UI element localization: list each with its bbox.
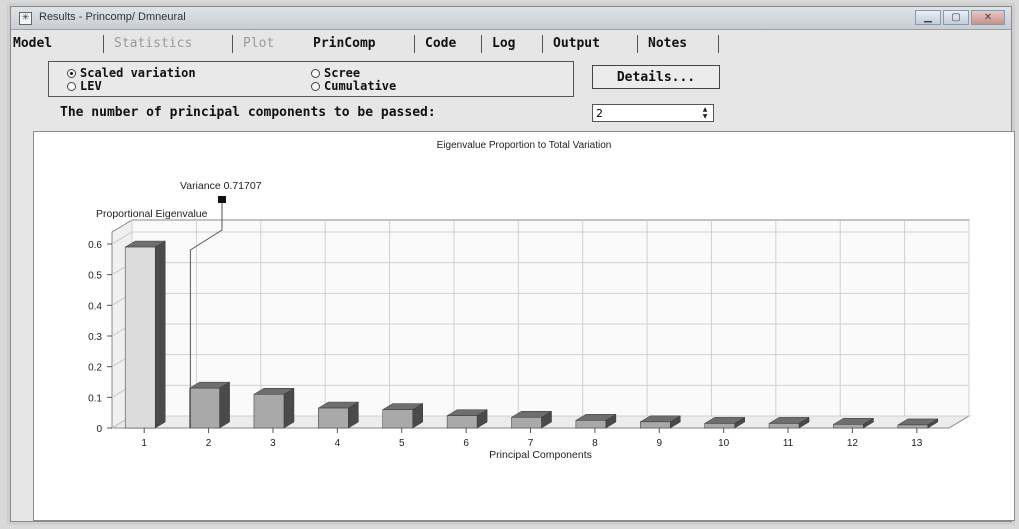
- x-tick-label: 9: [656, 438, 662, 449]
- bar-6: [446, 409, 489, 429]
- components-stepper[interactable]: ▲ ▼: [592, 104, 714, 122]
- bar-side: [219, 381, 230, 429]
- x-axis-label: Principal Components: [489, 449, 592, 461]
- tab-log[interactable]: Log: [492, 36, 515, 51]
- components-input[interactable]: [596, 106, 686, 120]
- x-tick-label: 3: [270, 438, 276, 449]
- tab-output[interactable]: Output: [553, 36, 600, 51]
- scree-radio[interactable]: Scree: [311, 67, 360, 79]
- bar-front: [768, 423, 800, 429]
- bar-front: [640, 421, 671, 429]
- bar-front: [575, 420, 607, 429]
- chart-panel: Eigenvalue Proportion to Total Variation…: [33, 131, 1015, 521]
- variance-annotation: Variance 0.71707: [180, 180, 262, 192]
- bar-7: [510, 410, 553, 429]
- x-tick-label: 1: [141, 438, 147, 449]
- sas-results-icon: ✳: [19, 12, 32, 25]
- tab-bar: Model Statistics Plot PrinComp Code Log …: [11, 33, 751, 57]
- cumulative-radio[interactable]: Cumulative: [311, 80, 396, 92]
- y-axis-label: Proportional Eigenvalue: [96, 208, 208, 220]
- tab-separator: [542, 35, 543, 53]
- y-tick-label: 0.3: [88, 332, 102, 343]
- tab-separator: [232, 35, 233, 53]
- minimize-icon: ▁: [924, 12, 932, 23]
- tab-separator: [637, 35, 638, 53]
- bar-front: [897, 424, 929, 429]
- x-tick-label: 7: [528, 438, 534, 449]
- bar-front: [511, 417, 542, 429]
- bar-2: [188, 381, 231, 429]
- bar-front: [446, 415, 478, 429]
- bar-side: [283, 387, 295, 429]
- title-bar[interactable]: ✳ Results - Princomp/ Dmneural ▁ ▢ ✕: [11, 7, 1011, 30]
- tab-princomp[interactable]: PrinComp: [313, 36, 376, 51]
- chart-back-wall: [131, 219, 970, 417]
- radio-selected-icon: [67, 68, 76, 78]
- x-tick-label: 11: [783, 438, 794, 449]
- components-label: The number of principal components to be…: [60, 105, 436, 120]
- tab-separator: [481, 35, 482, 53]
- tab-model[interactable]: Model: [13, 36, 52, 51]
- x-tick-label: 10: [718, 438, 730, 449]
- minimize-button[interactable]: ▁: [915, 10, 941, 25]
- close-button[interactable]: ✕: [971, 10, 1005, 25]
- x-tick-label: 13: [911, 438, 923, 449]
- plot-type-radio-group: Scaled variation LEV Scree Cumulative: [48, 61, 574, 97]
- tab-separator: [414, 35, 415, 53]
- bar-front: [833, 424, 864, 429]
- tab-separator: [718, 35, 719, 53]
- tab-code[interactable]: Code: [425, 36, 456, 51]
- bar-3: [253, 387, 295, 429]
- tab-plot[interactable]: Plot: [243, 36, 274, 51]
- bar-front: [704, 423, 735, 429]
- maximize-icon: ▢: [951, 12, 961, 23]
- bar-4: [317, 401, 360, 429]
- radio-icon: [311, 81, 320, 91]
- eigenvalue-chart: 00.10.20.30.40.50.61 2 3 4 5 6 7 8 9 10 11 12 13Prin…: [88, 180, 971, 461]
- y-tick-label: 0: [96, 424, 102, 435]
- x-tick-label: 12: [847, 438, 859, 449]
- stepper-down-icon[interactable]: ▼: [698, 113, 712, 120]
- x-tick-label: 6: [463, 438, 469, 449]
- tab-separator: [103, 35, 104, 53]
- bar-front: [124, 246, 156, 429]
- tab-statistics[interactable]: Statistics: [114, 36, 192, 51]
- bar-front: [189, 387, 220, 429]
- x-tick-label: 2: [206, 438, 212, 449]
- bar-side: [154, 240, 166, 429]
- radio-icon: [311, 68, 320, 78]
- y-tick-label: 0.2: [88, 363, 102, 374]
- y-tick-label: 0.4: [88, 301, 102, 312]
- tab-notes[interactable]: Notes: [648, 36, 687, 51]
- radio-icon: [67, 81, 76, 91]
- lev-radio[interactable]: LEV: [67, 80, 102, 92]
- x-tick-label: 5: [399, 438, 405, 449]
- bar-front: [318, 407, 349, 429]
- close-icon: ✕: [983, 12, 993, 23]
- stepper-up-icon[interactable]: ▲: [698, 106, 712, 113]
- bar-front: [382, 409, 413, 429]
- scaled-variation-radio[interactable]: Scaled variation: [67, 67, 196, 79]
- y-tick-label: 0.1: [88, 393, 102, 404]
- window-title: Results - Princomp/ Dmneural: [39, 11, 186, 23]
- maximize-button[interactable]: ▢: [943, 10, 969, 25]
- y-tick-label: 0.5: [88, 271, 102, 282]
- y-tick-label: 0.6: [88, 240, 102, 251]
- bar-5: [381, 403, 424, 429]
- bar-front: [253, 394, 285, 429]
- bar-1: [124, 240, 167, 429]
- variance-marker: [218, 196, 226, 203]
- details-button[interactable]: Details...: [592, 65, 720, 89]
- x-tick-label: 8: [592, 438, 598, 449]
- x-tick-label: 4: [335, 438, 341, 449]
